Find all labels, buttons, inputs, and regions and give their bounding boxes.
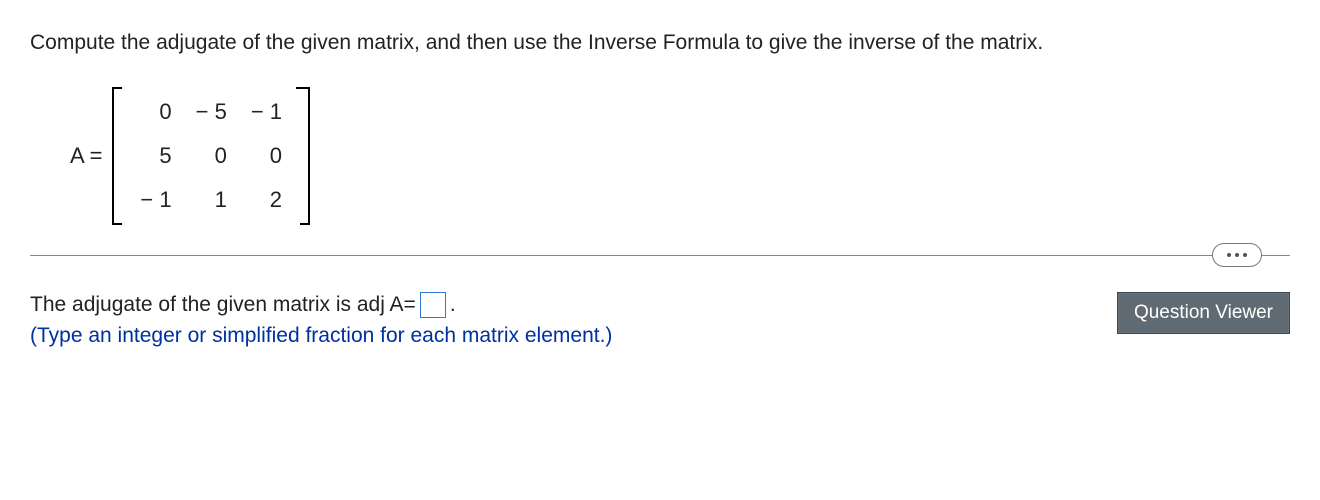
matrix-cell: 1 <box>196 187 227 213</box>
answer-prompt: The adjugate of the given matrix is adj … <box>30 292 1087 318</box>
matrix-equation: A = 0 − 5 − 1 5 0 0 − 1 1 2 <box>70 87 1290 225</box>
matrix-label: A = <box>70 143 102 169</box>
answer-hint: (Type an integer or simplified fraction … <box>30 324 1087 348</box>
ellipsis-icon <box>1243 253 1247 257</box>
ellipsis-icon <box>1227 253 1231 257</box>
question-prompt: Compute the adjugate of the given matrix… <box>30 28 1290 57</box>
matrix-brackets: 0 − 5 − 1 5 0 0 − 1 1 2 <box>112 87 310 225</box>
matrix-grid: 0 − 5 − 1 5 0 0 − 1 1 2 <box>126 87 296 225</box>
matrix-cell: − 5 <box>196 99 227 125</box>
matrix-cell: 0 <box>251 143 282 169</box>
bracket-left-icon <box>112 87 126 225</box>
bracket-right-icon <box>296 87 310 225</box>
answer-trail-text: . <box>450 293 456 317</box>
matrix-cell: 0 <box>196 143 227 169</box>
question-viewer-button[interactable]: Question Viewer <box>1117 292 1290 334</box>
more-options-button[interactable] <box>1212 243 1262 267</box>
divider-line <box>30 255 1290 256</box>
answer-lead-text: The adjugate of the given matrix is adj … <box>30 293 416 317</box>
matrix-cell: 5 <box>140 143 171 169</box>
matrix-cell: − 1 <box>140 187 171 213</box>
section-divider <box>30 255 1290 256</box>
matrix-cell: 0 <box>140 99 171 125</box>
answer-input-box[interactable] <box>420 292 446 318</box>
ellipsis-icon <box>1235 253 1239 257</box>
matrix-cell: 2 <box>251 187 282 213</box>
matrix-cell: − 1 <box>251 99 282 125</box>
